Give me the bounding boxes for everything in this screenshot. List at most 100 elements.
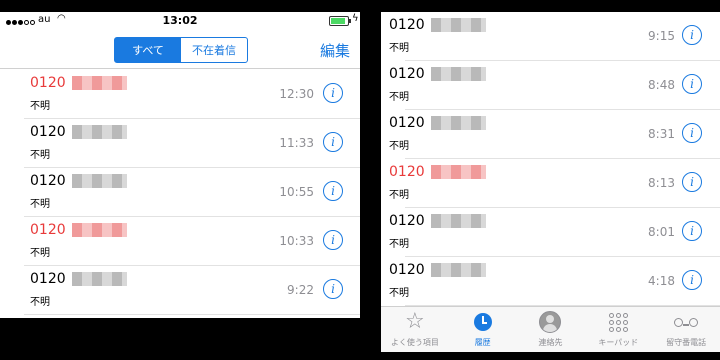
call-time: 8:01 [648,225,675,239]
row-divider [24,314,360,315]
charging-icon: ϟ [352,13,359,24]
info-icon[interactable]: i [682,123,702,143]
tab-all[interactable]: すべて [115,38,181,62]
info-icon[interactable]: i [682,172,702,192]
battery-icon [329,16,351,26]
call-time: 8:48 [648,78,675,92]
caller-number-text: 0120 [30,271,66,287]
caller-label: 不明 [389,239,409,250]
info-icon[interactable]: i [323,230,343,250]
caller-number: 0120 [389,17,486,33]
caller-number-text: 0120 [30,124,66,140]
caller-number-text: 0120 [389,262,425,278]
caller-number-text: 0120 [389,115,425,131]
info-icon[interactable]: i [682,25,702,45]
redacted-digits [71,125,127,139]
recents-screen-left: au ◠ 13:02 ϟ すべて 不在着信 編集 0120 不明 12:30 i 012… [0,12,360,318]
call-row[interactable]: 0120 不明 4:18 i [381,257,720,306]
redacted-digits [71,223,127,237]
tab-label: よく使う項目 [390,338,439,347]
caller-label: 不明 [389,141,409,152]
caller-number: 0120 [389,262,486,278]
call-time: 10:33 [279,234,314,248]
call-row[interactable]: 0120 不明 9:15 i [381,12,720,61]
info-icon[interactable]: i [323,132,343,152]
call-row[interactable]: 0120 不明 10:33 i [0,217,360,266]
caller-label: 不明 [30,248,50,259]
redacted-digits [430,67,486,81]
recents-filter-control: すべて 不在着信 [114,37,248,63]
call-time: 8:31 [648,127,675,141]
clock-icon [473,313,492,331]
caller-number-text: 0120 [30,173,66,189]
tab-favorites[interactable]: ☆ よく使う項目 [381,307,449,352]
caller-label: 不明 [389,43,409,54]
call-time: 4:18 [648,274,675,288]
tab-recents[interactable]: 履歴 [449,307,517,352]
tab-missed[interactable]: 不在着信 [181,38,247,62]
caller-label: 不明 [30,150,50,161]
tab-bar: ☆ よく使う項目 履歴 連絡先 キーパッド 留守番電話 [381,306,720,352]
caller-number-text: 0120 [389,164,425,180]
redacted-digits [430,18,486,32]
info-icon[interactable]: i [323,181,343,201]
redacted-digits [71,76,127,90]
status-bar: au ◠ 13:02 ϟ [0,12,360,30]
caller-label: 不明 [30,101,50,112]
tab-label: キーパッド [598,338,639,347]
caller-label: 不明 [389,92,409,103]
caller-number: 0120 [30,173,127,189]
call-row[interactable]: 0120 不明 11:33 i [0,119,360,168]
info-icon[interactable]: i [682,270,702,290]
call-row[interactable]: 0120 不明 8:48 i [381,61,720,110]
call-row[interactable]: 0120 不明 8:01 i [381,208,720,257]
redacted-digits [430,116,486,130]
call-row[interactable]: 0120 不明 9:22 i [0,266,360,315]
call-row[interactable]: 0120 不明 8:31 i [381,110,720,159]
caller-number: 0120 [30,222,127,238]
caller-number: 0120 [389,164,486,180]
redacted-digits [430,263,486,277]
tab-keypad[interactable]: キーパッド [584,307,652,352]
call-row[interactable]: 0120 不明 10:55 i [0,168,360,217]
call-time: 8:13 [648,176,675,190]
call-time: 11:33 [279,136,314,150]
voicemail-icon [674,317,699,327]
caller-number: 0120 [389,115,486,131]
caller-label: 不明 [389,288,409,299]
edit-button[interactable]: 編集 [320,40,350,61]
call-time: 10:55 [279,185,314,199]
call-time: 9:22 [287,283,314,297]
redacted-digits [430,165,486,179]
info-icon[interactable]: i [323,279,343,299]
call-row[interactable]: 0120 不明 8:13 i [381,159,720,208]
caller-number: 0120 [389,66,486,82]
redacted-digits [71,174,127,188]
caller-number-text: 0120 [30,222,66,238]
caller-number: 0120 [30,271,127,287]
redacted-digits [71,272,127,286]
recents-screen-right: 0120 不明 9:15 i 0120 不明 8:48 i 0120 不明 8:31 i 0120 不明 8… [381,12,720,352]
info-icon[interactable]: i [323,83,343,103]
info-icon[interactable]: i [682,221,702,241]
caller-label: 不明 [389,190,409,201]
tab-label: 連絡先 [538,338,563,347]
call-time: 9:15 [648,29,675,43]
call-row[interactable]: 0120 不明 12:30 i [0,70,360,119]
caller-label: 不明 [30,199,50,210]
tab-label: 履歴 [474,338,491,347]
caller-number-text: 0120 [389,66,425,82]
status-time: 13:02 [162,14,198,27]
caller-number-text: 0120 [389,213,425,229]
caller-number-text: 0120 [30,75,66,91]
info-icon[interactable]: i [682,74,702,94]
contacts-icon [539,311,562,333]
keypad-icon [608,312,628,332]
tab-voicemail[interactable]: 留守番電話 [652,307,720,352]
header-divider [0,68,360,69]
tab-label: 留守番電話 [666,338,707,347]
redacted-digits [430,214,486,228]
caller-number-text: 0120 [389,17,425,33]
tab-contacts[interactable]: 連絡先 [517,307,585,352]
star-icon: ☆ [405,309,425,334]
